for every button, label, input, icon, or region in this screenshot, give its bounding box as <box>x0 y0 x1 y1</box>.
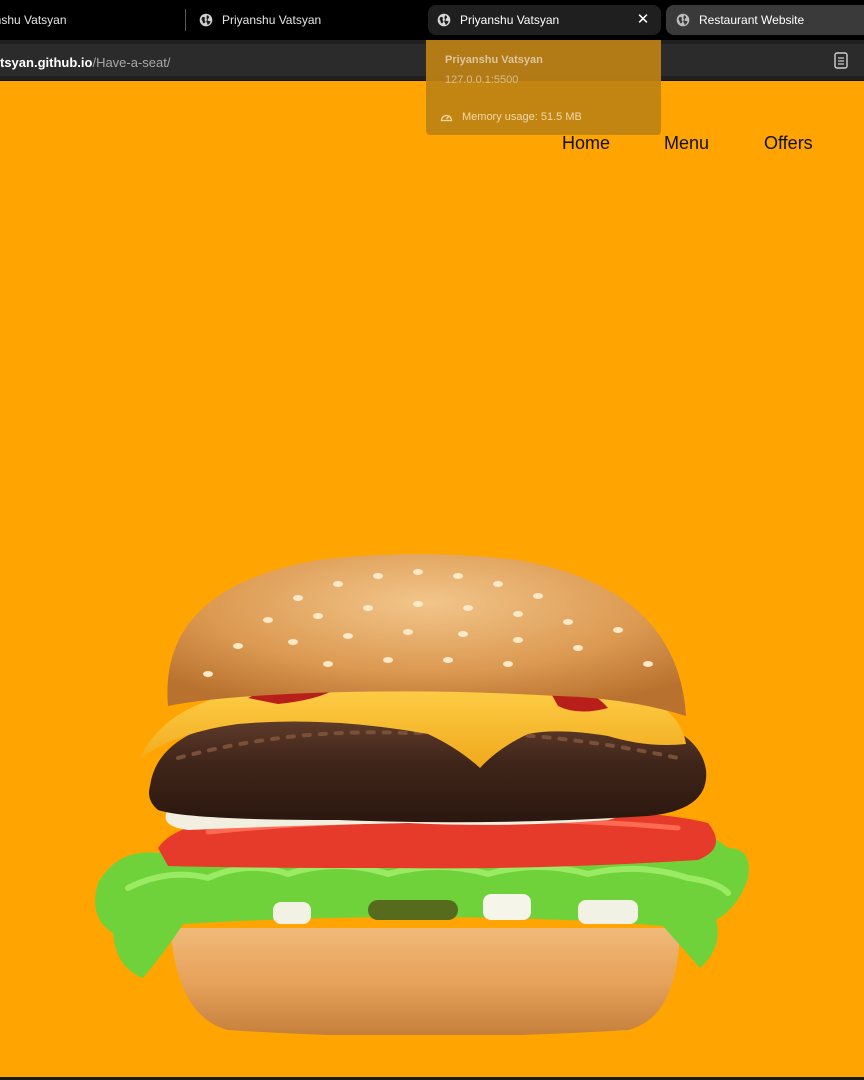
tab[interactable]: anshu Vatsyan <box>0 5 185 35</box>
reader-mode-icon[interactable] <box>834 52 848 69</box>
url-host: tsyan.github.io <box>0 55 93 70</box>
hover-card-title: Priyanshu Vatsyan <box>445 54 543 66</box>
nav-menu[interactable]: Menu <box>664 133 709 154</box>
nav-home[interactable]: Home <box>562 133 610 154</box>
close-icon[interactable]: ✕ <box>635 12 651 28</box>
tab-hover-card: Priyanshu Vatsyan 127.0.0.1:5500 Memory … <box>426 40 661 135</box>
globe-icon <box>437 13 451 27</box>
tab-strip: anshu Vatsyan Priyanshu Vatsyan Priyansh… <box>0 0 864 40</box>
tab-separator <box>185 9 186 31</box>
tab-title: Restaurant Website <box>699 13 805 27</box>
hover-card-memory: Memory usage: 51.5 MB <box>462 111 582 123</box>
tab-title: anshu Vatsyan <box>0 13 67 27</box>
globe-icon <box>676 13 690 27</box>
url-path: /Have-a-seat/ <box>92 55 171 70</box>
burger-image <box>95 554 749 1035</box>
memory-gauge-icon <box>440 114 453 122</box>
tab-active[interactable]: Priyanshu Vatsyan ✕ <box>428 5 661 35</box>
tab[interactable]: Restaurant Website <box>666 5 864 35</box>
site-nav: Home Menu Offers <box>0 133 864 157</box>
globe-icon <box>199 13 213 27</box>
tab-title: Priyanshu Vatsyan <box>222 13 322 27</box>
tab-title: Priyanshu Vatsyan <box>460 13 560 27</box>
hover-card-url: 127.0.0.1:5500 <box>445 74 519 86</box>
tab[interactable]: Priyanshu Vatsyan <box>196 5 421 35</box>
address-text: tsyan.github.io/Have-a-seat/ <box>0 55 171 70</box>
nav-offers[interactable]: Offers <box>764 133 813 154</box>
